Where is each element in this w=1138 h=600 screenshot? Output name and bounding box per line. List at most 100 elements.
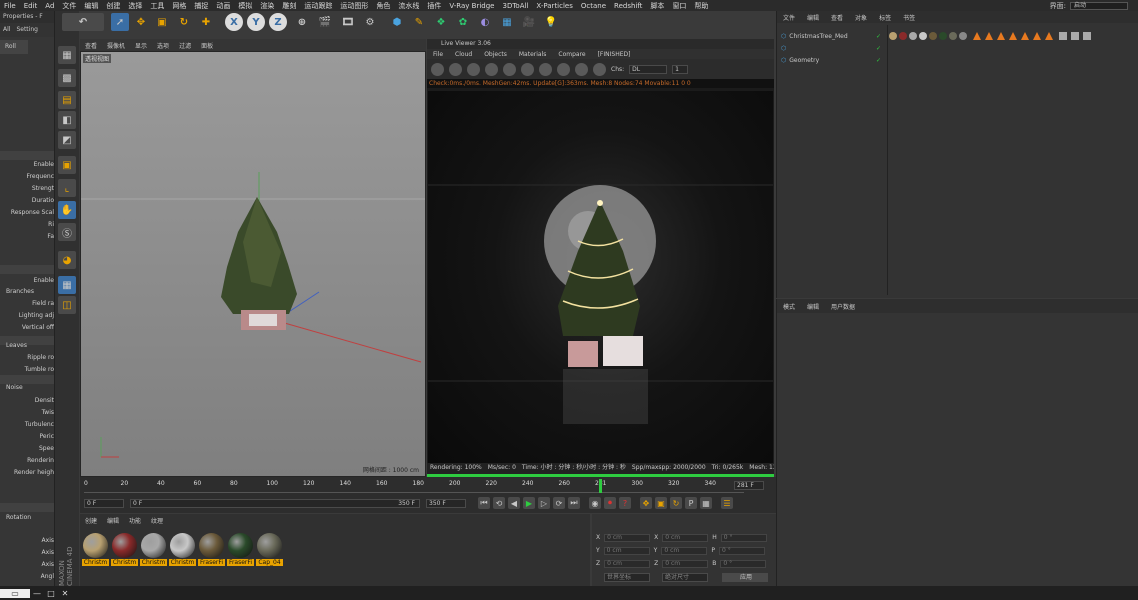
play-icon[interactable]: ▶ xyxy=(523,497,535,509)
material-swatch[interactable]: FraserFi xyxy=(227,533,254,583)
object-row[interactable]: ⬡ ✓ xyxy=(781,43,881,54)
material-swatch[interactable]: FraserFi xyxy=(198,533,225,583)
coordinate-field[interactable]: 0 ° xyxy=(720,533,767,542)
snap-icon[interactable]: ✋ xyxy=(58,201,76,219)
channels-select[interactable]: DL xyxy=(629,64,668,74)
pause-icon[interactable] xyxy=(467,62,480,76)
prev-frame-icon[interactable]: ◀ xyxy=(508,497,520,509)
coordinate-mode-select[interactable]: 世界坐标 xyxy=(604,573,650,582)
visibility-check-icon[interactable]: ✓ xyxy=(876,57,881,64)
pin2-icon[interactable] xyxy=(593,62,606,76)
menu-item[interactable]: 插件 xyxy=(423,1,445,11)
edge-icon[interactable]: ▣ xyxy=(58,156,76,174)
material-swatch[interactable]: Cap_04 xyxy=(256,533,283,583)
layout-select[interactable]: 启动 xyxy=(1070,1,1128,10)
menu-item[interactable]: X-Particles xyxy=(532,2,576,10)
menu-item[interactable]: 捕捉 xyxy=(190,1,212,11)
rotate-key-icon[interactable]: ↻ xyxy=(670,497,682,509)
menu-item[interactable]: 帮助 xyxy=(690,1,712,11)
pla-key-icon[interactable]: ▦ xyxy=(700,497,712,509)
attribute-menu-item[interactable]: 编辑 xyxy=(801,302,825,311)
object-manager-menu-item[interactable]: 文件 xyxy=(777,13,801,22)
menu-item[interactable]: 渲染 xyxy=(256,1,278,11)
viewport-canvas[interactable]: 透视视图 网格间距 : 1000 cm xyxy=(81,52,425,476)
z-axis-icon[interactable]: Z xyxy=(269,13,287,31)
timeline-ruler[interactable]: 0204060801001201401601802002202402602813… xyxy=(84,479,744,493)
live-viewer-menu-item[interactable]: Objects xyxy=(478,51,513,58)
attribute-menu-item[interactable]: 用户数据 xyxy=(825,302,861,311)
menu-item[interactable]: 运动跟踪 xyxy=(300,1,336,11)
next-frame-icon[interactable]: ▷ xyxy=(538,497,550,509)
snap-s-icon[interactable]: Ⓢ xyxy=(58,223,76,241)
lock-icon[interactable] xyxy=(521,62,534,76)
menu-item[interactable]: 流水线 xyxy=(394,1,423,11)
menu-item[interactable]: Redshift xyxy=(610,2,646,10)
axis-icon[interactable]: ⌞ xyxy=(58,179,76,197)
goto-end-icon[interactable]: ⏭ xyxy=(568,497,580,509)
menu-item[interactable]: 运动图形 xyxy=(336,1,372,11)
generator-icon[interactable]: ✿ xyxy=(454,13,472,31)
maximize-icon[interactable]: □ xyxy=(44,589,58,598)
render-view-icon[interactable]: 🎬 xyxy=(316,13,334,31)
start-frame-field[interactable]: 0 F xyxy=(84,498,124,508)
menu-item[interactable]: 雕刻 xyxy=(278,1,300,11)
live-viewer-menu-item[interactable]: Materials xyxy=(513,51,553,58)
object-manager-menu-item[interactable]: 对象 xyxy=(849,13,873,22)
coordinate-field[interactable]: 0 cm xyxy=(603,546,650,555)
roll-button[interactable]: Roll xyxy=(0,40,28,54)
menu-item[interactable]: Octane xyxy=(577,2,610,10)
tab-settings[interactable]: Setting xyxy=(13,23,40,37)
section-header[interactable]: Noise xyxy=(6,384,23,391)
material-swatch[interactable]: Christm xyxy=(140,533,167,583)
viewport-menu-item[interactable]: 过滤 xyxy=(174,41,196,50)
section-header[interactable]: Leaves xyxy=(6,342,27,349)
menu-item[interactable]: File xyxy=(0,2,20,10)
workplane-icon[interactable]: ◫ xyxy=(58,296,76,314)
viewport-menu-item[interactable]: 查看 xyxy=(80,41,102,50)
select-arrow-icon[interactable]: ➚ xyxy=(111,13,129,31)
menu-item[interactable]: 脚本 xyxy=(646,1,668,11)
coordinate-field[interactable]: 0 cm xyxy=(604,533,651,542)
gear-icon[interactable] xyxy=(503,62,516,76)
menu-item[interactable]: 选择 xyxy=(124,1,146,11)
prev-key-icon[interactable]: ⟲ xyxy=(493,497,505,509)
rotate-icon[interactable]: ↻ xyxy=(175,13,193,31)
menu-item[interactable]: 角色 xyxy=(372,1,394,11)
playhead[interactable] xyxy=(599,479,602,493)
live-viewer-menu-item[interactable]: File xyxy=(427,51,449,58)
menu-item[interactable]: V-Ray Bridge xyxy=(445,2,498,10)
live-viewer-menu-item[interactable]: Cloud xyxy=(449,51,478,58)
clone-icon[interactable] xyxy=(557,62,570,76)
section-header[interactable]: Branches xyxy=(6,288,34,295)
next-key-icon[interactable]: ⟳ xyxy=(553,497,565,509)
add-icon[interactable]: ✚ xyxy=(197,13,215,31)
texture-icon[interactable]: ▤ xyxy=(58,91,76,109)
app-thumb[interactable]: ▭ xyxy=(0,588,30,598)
pen-icon[interactable]: ✎ xyxy=(410,13,428,31)
size-mode-select[interactable]: 绝对尺寸 xyxy=(662,573,708,582)
move-key-icon[interactable]: ✥ xyxy=(640,497,652,509)
coordinate-field[interactable]: 0 ° xyxy=(720,559,767,568)
timeline-menu-icon[interactable]: ☰ xyxy=(721,497,733,509)
material-menu-item[interactable]: 创建 xyxy=(80,516,102,525)
close-icon[interactable]: ✕ xyxy=(58,589,72,598)
material-swatch[interactable]: Christm xyxy=(169,533,196,583)
viewport-menu-item[interactable]: 显示 xyxy=(130,41,152,50)
pin-icon[interactable] xyxy=(575,62,588,76)
refresh-icon[interactable] xyxy=(449,62,462,76)
material-swatch[interactable]: Christm xyxy=(82,533,109,583)
coordinate-field[interactable]: 0 cm xyxy=(661,546,708,555)
menu-item[interactable]: 窗口 xyxy=(668,1,690,11)
object-manager-menu-item[interactable]: 编辑 xyxy=(801,13,825,22)
menu-item[interactable]: 模拟 xyxy=(234,1,256,11)
object-row[interactable]: ⬡ Geometry ✓ xyxy=(781,55,881,66)
material-menu-item[interactable]: 纹理 xyxy=(146,516,168,525)
coordinate-field[interactable]: 0 cm xyxy=(662,533,709,542)
attribute-menu-item[interactable]: 模式 xyxy=(777,302,801,311)
subdivision-icon[interactable]: ❖ xyxy=(432,13,450,31)
scale-icon[interactable]: ▣ xyxy=(153,13,171,31)
minimize-icon[interactable]: — xyxy=(30,589,44,598)
undo-icon[interactable]: ↶ xyxy=(62,13,104,31)
menu-item[interactable]: 网格 xyxy=(168,1,190,11)
render-picture-icon[interactable]: 🎞 xyxy=(339,13,357,31)
